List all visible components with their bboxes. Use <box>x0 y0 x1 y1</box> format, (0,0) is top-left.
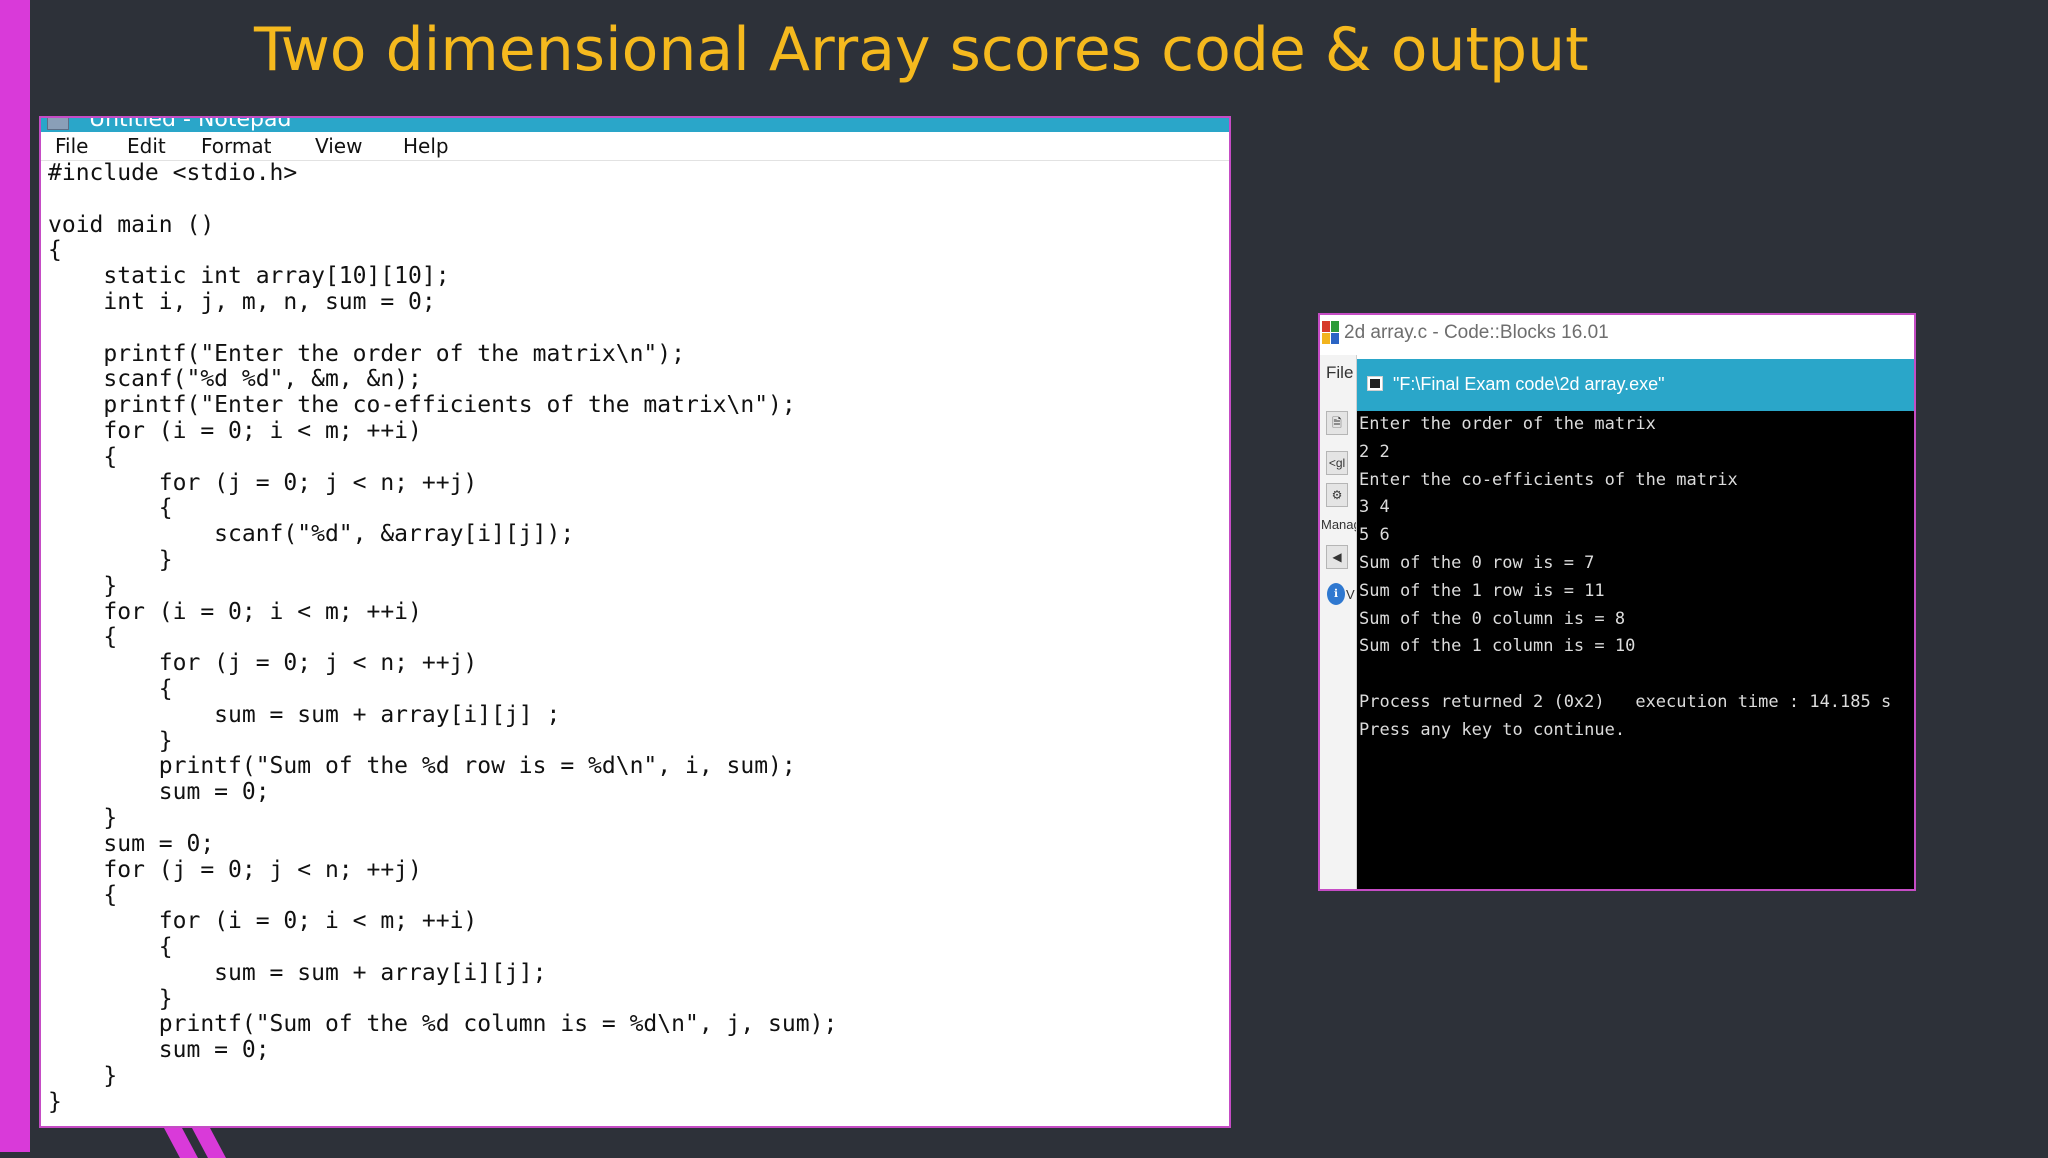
menu-file[interactable]: File <box>55 134 88 158</box>
menu-help[interactable]: Help <box>403 134 449 158</box>
info-label: V <box>1346 587 1355 602</box>
code-editor-text[interactable]: #include <stdio.h> void main () { static… <box>48 160 1229 1126</box>
settings-icon[interactable]: ⚙ <box>1326 483 1348 507</box>
codeblocks-window-title: 2d array.c - Code::Blocks 16.01 <box>1344 322 1609 343</box>
slide-decoration-stripe <box>192 1128 226 1158</box>
console-window: "F:\Final Exam code\2d array.exe" Enter … <box>1357 359 1914 889</box>
info-icon: ℹ <box>1327 583 1345 605</box>
codeblocks-logo-icon <box>1322 321 1340 345</box>
slide-title: Two dimensional Array scores code & outp… <box>254 15 1589 85</box>
notepad-icon <box>47 118 69 130</box>
chevron-left-icon[interactable]: ◀ <box>1326 545 1348 569</box>
codeblocks-titlebar[interactable]: 2d array.c - Code::Blocks 16.01 <box>1320 315 1914 355</box>
menu-edit[interactable]: Edit <box>127 134 166 158</box>
menu-format[interactable]: Format <box>201 134 271 158</box>
notepad-titlebar[interactable]: Untitled - Notepad <box>41 118 1229 132</box>
menu-view[interactable]: View <box>315 134 362 158</box>
codeblocks-window: 2d array.c - Code::Blocks 16.01 File 🗎 <… <box>1318 313 1916 891</box>
cb-menu-file[interactable]: File <box>1326 363 1353 383</box>
globals-icon[interactable]: <gl <box>1326 451 1348 475</box>
codeblocks-sidebar: File 🗎 <gl ⚙ Manag ◀ ℹ V <box>1320 355 1357 889</box>
notepad-menubar: File Edit Format View Help <box>41 132 1229 161</box>
slide-accent-bar <box>0 0 30 1152</box>
console-window-title: "F:\Final Exam code\2d array.exe" <box>1393 374 1665 394</box>
notepad-window-title: Untitled - Notepad <box>89 118 292 132</box>
new-file-icon[interactable]: 🗎 <box>1326 411 1348 435</box>
console-window-icon <box>1367 376 1383 391</box>
slide-decoration-stripe <box>164 1128 198 1158</box>
management-label: Manag <box>1321 517 1357 532</box>
console-titlebar[interactable]: "F:\Final Exam code\2d array.exe" <box>1357 359 1914 411</box>
console-output: Enter the order of the matrix 2 2 Enter … <box>1359 414 1892 740</box>
notepad-window: Untitled - Notepad File Edit Format View… <box>39 116 1231 1128</box>
